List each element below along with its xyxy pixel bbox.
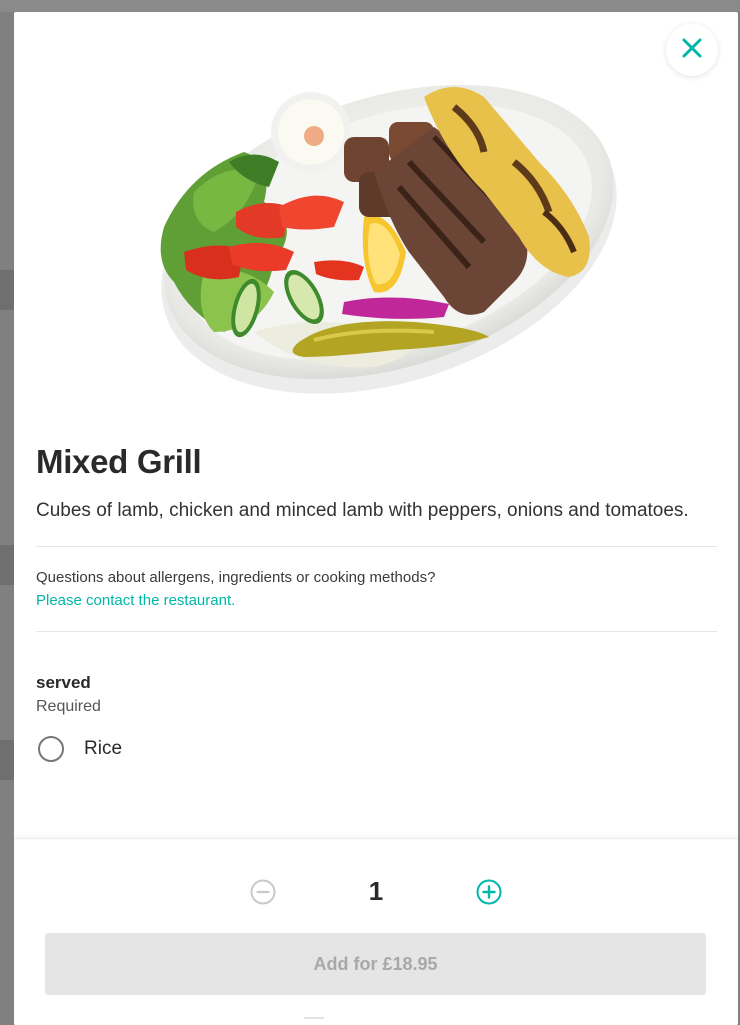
item-title: Mixed Grill <box>36 443 202 480</box>
background-header-strip <box>0 0 740 12</box>
close-button[interactable] <box>666 24 718 76</box>
contact-restaurant-link[interactable]: Please contact the restaurant. <box>36 589 717 613</box>
background-fragment <box>0 740 14 780</box>
item-description: Cubes of lamb, chicken and minced lamb w… <box>36 500 689 521</box>
allergen-info: Questions about allergens, ingredients o… <box>36 547 717 631</box>
radio-button[interactable] <box>38 736 64 762</box>
background-fragment <box>0 270 14 310</box>
plus-circle-icon[interactable] <box>475 878 503 906</box>
option-group-served: served Required Rice <box>36 672 717 762</box>
item-image <box>14 12 738 422</box>
quantity-value: 1 <box>368 876 384 906</box>
option-rice[interactable]: Rice <box>36 736 717 762</box>
close-icon <box>681 37 703 64</box>
minus-circle-icon[interactable] <box>249 878 277 906</box>
quantity-stepper: 1 <box>14 871 738 911</box>
item-details: Mixed Grill Cubes of lamb, chicken and m… <box>36 442 717 762</box>
footer-divider <box>304 1017 324 1019</box>
item-modal: Mixed Grill Cubes of lamb, chicken and m… <box>14 12 738 1025</box>
option-label: Rice <box>84 738 123 759</box>
option-group-title: served <box>36 673 91 692</box>
allergen-question: Questions about allergens, ingredients o… <box>36 569 436 586</box>
add-to-cart-footer: 1 Add for £18.95 <box>14 838 738 1025</box>
background-fragment <box>0 545 14 585</box>
divider <box>36 631 717 632</box>
add-to-cart-button[interactable]: Add for £18.95 <box>45 933 706 995</box>
required-label: Required <box>36 698 101 715</box>
